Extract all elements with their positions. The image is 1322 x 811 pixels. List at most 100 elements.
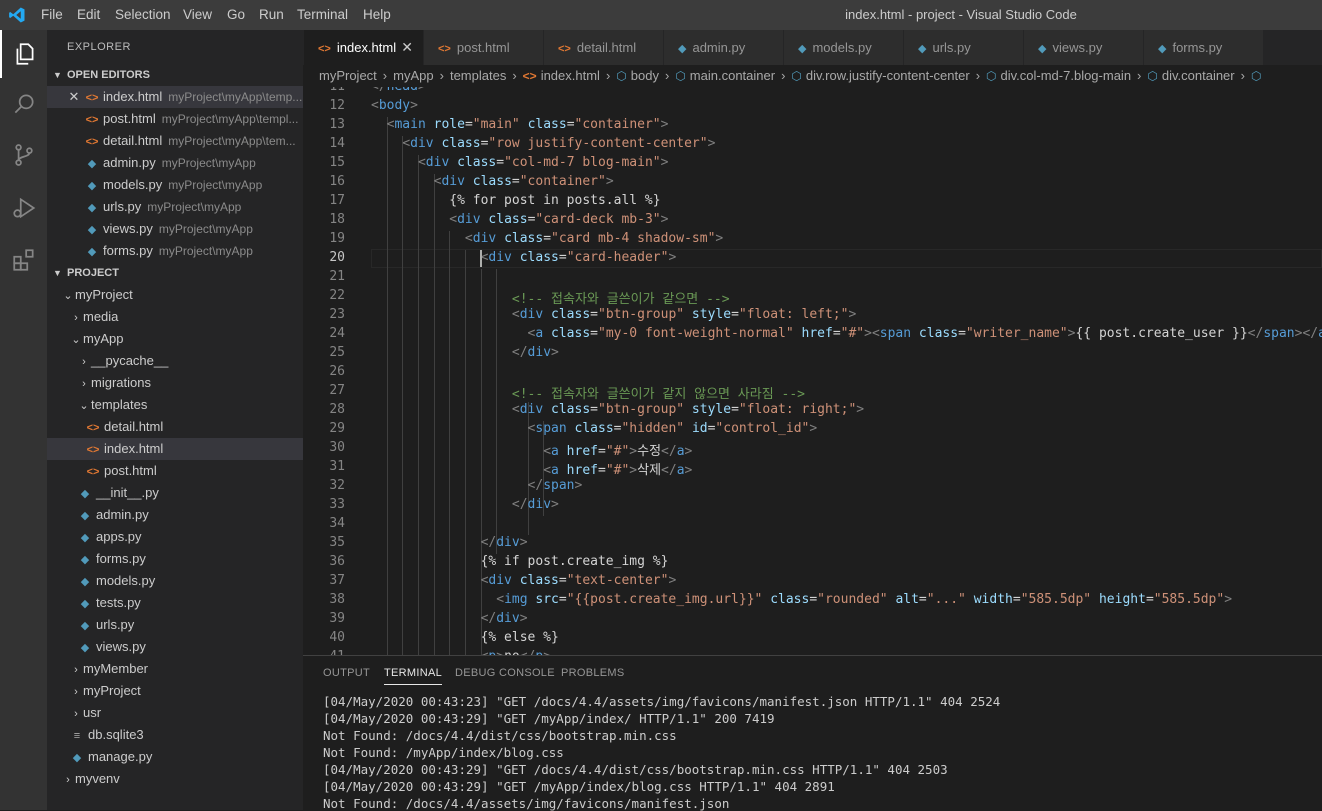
- tree-item-templates[interactable]: ⌄ templates: [47, 394, 303, 416]
- text-cursor: [479, 250, 482, 267]
- tree-item-myproject[interactable]: › myProject: [47, 680, 303, 702]
- tree-item-apps-py[interactable]: ◆ apps.py: [47, 526, 303, 548]
- breadcrumb-item[interactable]: myApp: [393, 68, 433, 83]
- menu-file[interactable]: File: [41, 7, 63, 22]
- tree-item-migrations[interactable]: › migrations: [47, 372, 303, 394]
- tree-item-urls-py[interactable]: ◆ urls.py: [47, 614, 303, 636]
- run-debug-icon[interactable]: [0, 184, 47, 232]
- tab-post-html[interactable]: <> post.html: [424, 30, 544, 65]
- open-editor-item[interactable]: <> post.html myProject\myApp\templ...: [47, 108, 303, 130]
- terminal-line: [04/May/2020 00:43:29] "GET /myApp/index…: [323, 779, 835, 794]
- search-icon[interactable]: [0, 80, 47, 128]
- breadcrumb-item[interactable]: ⬡ div.row.justify-content-center: [791, 68, 969, 83]
- tree-item-models-py[interactable]: ◆ models.py: [47, 570, 303, 592]
- tab-forms-py[interactable]: ◆ forms.py: [1144, 30, 1264, 65]
- tree-item-detail-html[interactable]: <> detail.html: [47, 416, 303, 438]
- tree-item-tests-py[interactable]: ◆ tests.py: [47, 592, 303, 614]
- open-editor-item[interactable]: ◆ forms.py myProject\myApp: [47, 240, 303, 262]
- tree-item-post-html[interactable]: <> post.html: [47, 460, 303, 482]
- open-editor-item[interactable]: ◆ admin.py myProject\myApp: [47, 152, 303, 174]
- tree-item-label: myProject: [83, 683, 141, 698]
- breadcrumb-item[interactable]: ⬡ main.container: [675, 68, 775, 83]
- tab-admin-py[interactable]: ◆ admin.py: [664, 30, 784, 65]
- close-icon[interactable]: ✕: [401, 30, 413, 65]
- tree-item-index-html[interactable]: <> index.html: [47, 438, 303, 460]
- tree-item-admin-py[interactable]: ◆ admin.py: [47, 504, 303, 526]
- breadcrumb-label: main.container: [689, 68, 776, 83]
- open-editor-item[interactable]: ◆ views.py myProject\myApp: [47, 218, 303, 240]
- open-editor-item[interactable]: <> detail.html myProject\myApp\tem...: [47, 130, 303, 152]
- panel-tab-problems[interactable]: PROBLEMS: [561, 667, 625, 679]
- tree-item-myapp[interactable]: ⌄ myApp: [47, 328, 303, 350]
- panel-tab-terminal[interactable]: TERMINAL: [384, 667, 443, 685]
- line-number: 40: [329, 630, 345, 645]
- html-file-icon: <>: [86, 422, 100, 434]
- html-file-icon: <>: [438, 43, 451, 55]
- menu-terminal[interactable]: Terminal: [297, 7, 348, 22]
- tree-item-init-py[interactable]: ◆ __init__.py: [47, 482, 303, 504]
- tab-urls-py[interactable]: ◆ urls.py: [904, 30, 1024, 65]
- tab-views-py[interactable]: ◆ views.py: [1024, 30, 1144, 65]
- menu-edit[interactable]: Edit: [77, 7, 100, 22]
- open-editor-item[interactable]: ◆ models.py myProject\myApp: [47, 174, 303, 196]
- line-number: 18: [329, 212, 345, 227]
- tree-item-forms-py[interactable]: ◆ forms.py: [47, 548, 303, 570]
- tree-item-label: __pycache__: [91, 353, 169, 368]
- tree-item-db-sqlite3[interactable]: ≡ db.sqlite3: [47, 724, 303, 746]
- chevron-right-icon: ›: [512, 68, 517, 83]
- chevron-down-icon: ⌄: [79, 400, 89, 412]
- tree-item-label: models.py: [96, 573, 156, 588]
- breadcrumb-item[interactable]: templates: [450, 68, 506, 83]
- line-number: 33: [329, 497, 345, 512]
- tab-models-py[interactable]: ◆ models.py: [784, 30, 904, 65]
- tree-item-manage-py[interactable]: ◆ manage.py: [47, 746, 303, 768]
- open-editors-header[interactable]: ▼ OPEN EDITORS: [47, 64, 303, 86]
- tree-item-label: myApp: [83, 331, 124, 346]
- open-editor-path: myProject\myApp: [158, 244, 253, 258]
- open-editor-path: myProject\myApp: [168, 178, 263, 192]
- tree-item-pycache[interactable]: › __pycache__: [47, 350, 303, 372]
- code-line: <span class="hidden" id="control_id">: [527, 421, 818, 436]
- breadcrumb-label: body: [630, 68, 659, 83]
- open-editor-name: index.html: [103, 89, 163, 104]
- close-icon[interactable]: ✕: [67, 86, 81, 108]
- tree-item-views-py[interactable]: ◆ views.py: [47, 636, 303, 658]
- open-editor-item[interactable]: ✕ <> index.html myProject\myApp\temp...: [47, 86, 303, 108]
- open-editor-item[interactable]: ◆ urls.py myProject\myApp: [47, 196, 303, 218]
- breadcrumb-item[interactable]: myProject: [319, 68, 377, 83]
- menu-run[interactable]: Run: [259, 7, 284, 22]
- open-editor-path: myProject\myApp\templ...: [161, 112, 299, 126]
- open-editor-name: admin.py: [103, 155, 156, 170]
- tree-item-usr[interactable]: › usr: [47, 702, 303, 724]
- breadcrumb-item[interactable]: ⬡ body: [616, 68, 659, 83]
- menu-go[interactable]: Go: [227, 7, 245, 22]
- element-symbol-icon: ⬡: [1147, 69, 1158, 83]
- open-editor-path: myProject\myApp: [158, 222, 253, 236]
- tree-item-mymember[interactable]: › myMember: [47, 658, 303, 680]
- title-bar: File Edit Selection View Go Run Terminal…: [0, 0, 1322, 30]
- line-number: 38: [329, 592, 345, 607]
- code-line: <div class="card-deck mb-3">: [449, 212, 669, 227]
- tree-item-myvenv[interactable]: › myvenv: [47, 768, 303, 790]
- project-header[interactable]: ▼ PROJECT: [47, 262, 303, 284]
- tree-item-myproject[interactable]: ⌄ myProject: [47, 284, 303, 306]
- breadcrumb-item[interactable]: ⬡ div.col-md-7.blog-main: [986, 68, 1131, 83]
- code-editor[interactable]: 11 </head> 12 <body> 13 <main role="main" cl…: [303, 87, 1322, 655]
- panel-tab-output[interactable]: OUTPUT: [323, 667, 370, 679]
- tab-detail-html[interactable]: <> detail.html: [544, 30, 664, 65]
- tree-item-label: templates: [91, 397, 148, 412]
- menu-view[interactable]: View: [183, 7, 212, 22]
- code-line: {% for post in posts.all %}: [371, 193, 661, 208]
- extensions-icon[interactable]: [0, 236, 47, 284]
- menu-help[interactable]: Help: [363, 7, 391, 22]
- chevron-right-icon: ›: [82, 378, 86, 390]
- tab-index-html[interactable]: <> index.html ✕: [304, 30, 424, 65]
- tree-item-media[interactable]: › media: [47, 306, 303, 328]
- breadcrumb-item[interactable]: <> index.html: [523, 68, 600, 83]
- chevron-right-icon: ›: [439, 68, 444, 83]
- explorer-icon[interactable]: [0, 30, 47, 78]
- panel-tab-debug-console[interactable]: DEBUG CONSOLE: [455, 667, 555, 679]
- source-control-icon[interactable]: [0, 131, 47, 179]
- breadcrumb-item[interactable]: ⬡ div.container: [1147, 68, 1234, 83]
- menu-selection[interactable]: Selection: [115, 7, 171, 22]
